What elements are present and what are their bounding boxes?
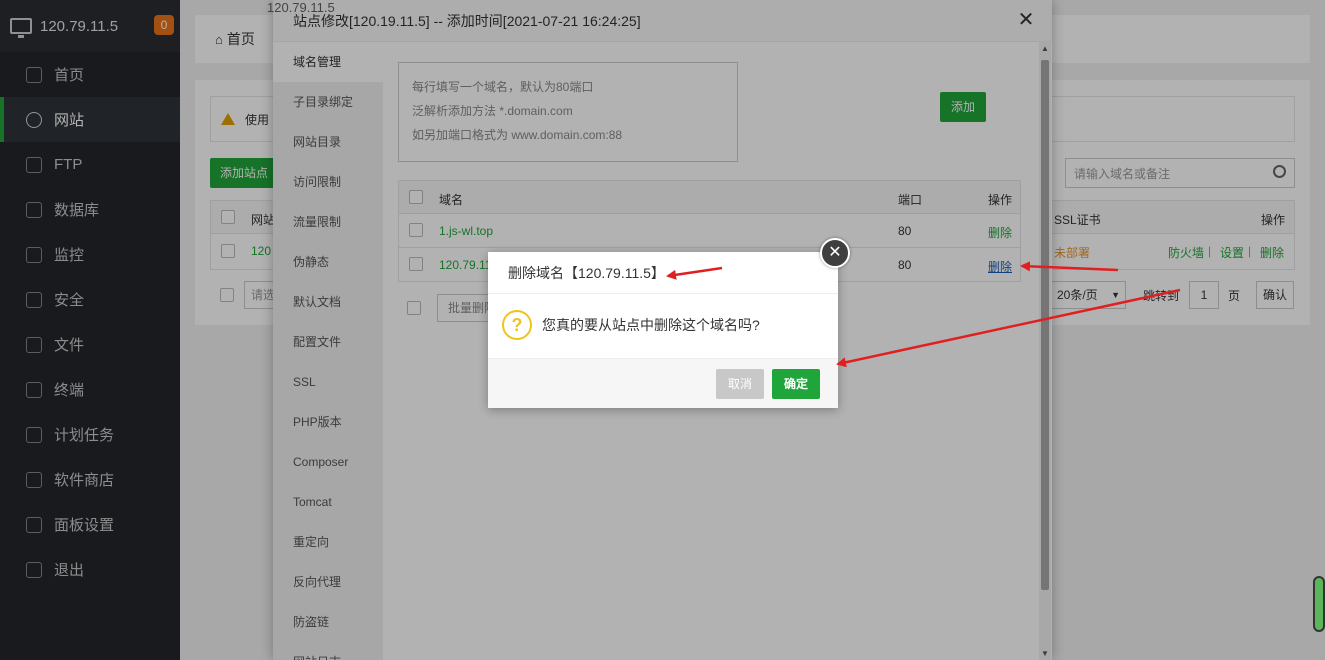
confirm-dialog: 删除域名【120.79.11.5】 ? 您真的要从站点中删除这个域名吗? 取消 … [488,252,838,408]
cancel-button[interactable]: 取消 [716,369,764,399]
confirm-button[interactable]: 确定 [772,369,820,399]
confirm-message: ? 您真的要从站点中删除这个域名吗? [502,310,760,340]
confirm-title: 删除域名【120.79.11.5】 [488,252,838,294]
side-widget[interactable] [1313,576,1325,632]
close-icon[interactable]: ✕ [820,238,850,268]
confirm-footer: 取消 确定 [488,358,838,408]
ghost-ip-label: 120.79.11.5 [267,0,335,15]
question-icon: ? [502,310,532,340]
confirm-message-text: 您真的要从站点中删除这个域名吗? [542,317,760,333]
